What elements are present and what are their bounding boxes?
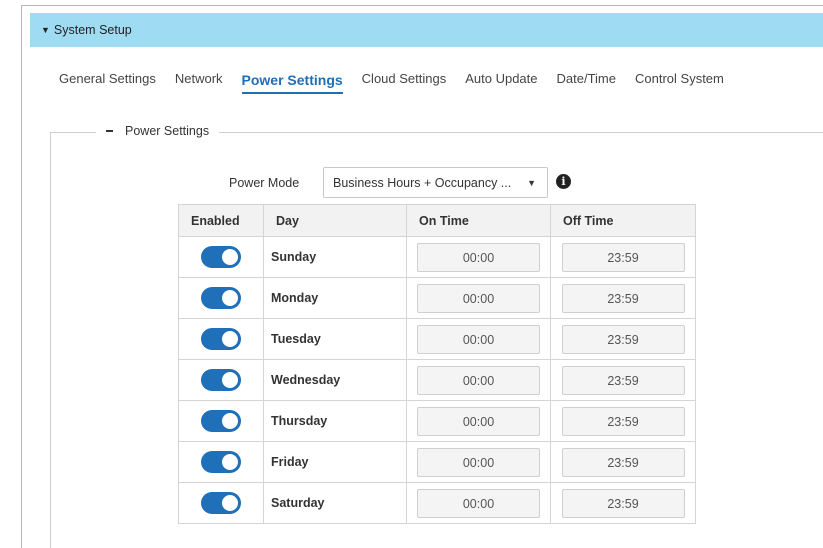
table-row: Monday 00:00 23:59 <box>178 277 696 319</box>
tab-bar: General Settings Network Power Settings … <box>59 71 743 94</box>
tab-general-settings[interactable]: General Settings <box>59 71 156 94</box>
power-mode-select[interactable]: Business Hours + Occupancy ... ▼ <box>323 167 548 198</box>
legend-label: Power Settings <box>125 124 210 138</box>
off-time-input[interactable]: 23:59 <box>561 447 685 477</box>
on-time-input[interactable]: 00:00 <box>417 406 540 436</box>
power-mode-value: Business Hours + Occupancy ... <box>333 175 512 190</box>
on-time-input[interactable]: 00:00 <box>417 324 540 354</box>
enabled-toggle[interactable] <box>201 492 241 514</box>
off-time-input[interactable]: 23:59 <box>561 365 685 395</box>
day-cell: Tuesday <box>263 318 407 360</box>
schedule-table: Enabled Day On Time Off Time Sunday 00:0… <box>178 204 696 524</box>
tab-network[interactable]: Network <box>175 71 223 94</box>
day-cell: Saturday <box>263 482 407 524</box>
col-enabled: Enabled <box>178 204 264 237</box>
table-row: Tuesday 00:00 23:59 <box>178 318 696 360</box>
table-row: Thursday 00:00 23:59 <box>178 400 696 442</box>
section-title: System Setup <box>53 23 132 37</box>
on-time-input[interactable]: 00:00 <box>417 242 540 272</box>
table-row: Sunday 00:00 23:59 <box>178 236 696 278</box>
enabled-toggle[interactable] <box>201 287 241 309</box>
tab-date-time[interactable]: Date/Time <box>557 71 616 94</box>
col-off-time: Off Time <box>550 204 696 237</box>
off-time-input[interactable]: 23:59 <box>561 406 685 436</box>
day-cell: Sunday <box>263 236 407 278</box>
col-day: Day <box>263 204 407 237</box>
info-icon[interactable]: i <box>556 174 571 189</box>
day-cell: Monday <box>263 277 407 319</box>
on-time-input[interactable]: 00:00 <box>417 447 540 477</box>
off-time-input[interactable]: 23:59 <box>561 488 685 518</box>
on-time-input[interactable]: 00:00 <box>417 283 540 313</box>
table-row: Wednesday 00:00 23:59 <box>178 359 696 401</box>
tab-power-settings[interactable]: Power Settings <box>241 72 343 94</box>
enabled-toggle[interactable] <box>201 451 241 473</box>
enabled-toggle[interactable] <box>201 328 241 350</box>
section-header-system-setup[interactable]: ▼ System Setup <box>30 13 823 47</box>
day-cell: Wednesday <box>263 359 407 401</box>
chevron-down-icon: ▼ <box>527 177 536 188</box>
on-time-input[interactable]: 00:00 <box>417 488 540 518</box>
on-time-input[interactable]: 00:00 <box>417 365 540 395</box>
off-time-input[interactable]: 23:59 <box>561 283 685 313</box>
day-cell: Friday <box>263 441 407 483</box>
off-time-input[interactable]: 23:59 <box>561 242 685 272</box>
minus-icon <box>106 130 113 132</box>
table-header-row: Enabled Day On Time Off Time <box>178 204 696 237</box>
table-row: Saturday 00:00 23:59 <box>178 482 696 524</box>
caret-down-icon: ▼ <box>41 25 50 35</box>
table-row: Friday 00:00 23:59 <box>178 441 696 483</box>
tab-cloud-settings[interactable]: Cloud Settings <box>362 71 447 94</box>
enabled-toggle[interactable] <box>201 410 241 432</box>
tab-auto-update[interactable]: Auto Update <box>465 71 537 94</box>
enabled-toggle[interactable] <box>201 246 241 268</box>
off-time-input[interactable]: 23:59 <box>561 324 685 354</box>
day-cell: Thursday <box>263 400 407 442</box>
power-settings-legend[interactable]: Power Settings <box>96 124 220 138</box>
col-on-time: On Time <box>406 204 551 237</box>
power-mode-label: Power Mode <box>229 176 300 190</box>
enabled-toggle[interactable] <box>201 369 241 391</box>
tab-control-system[interactable]: Control System <box>635 71 724 94</box>
